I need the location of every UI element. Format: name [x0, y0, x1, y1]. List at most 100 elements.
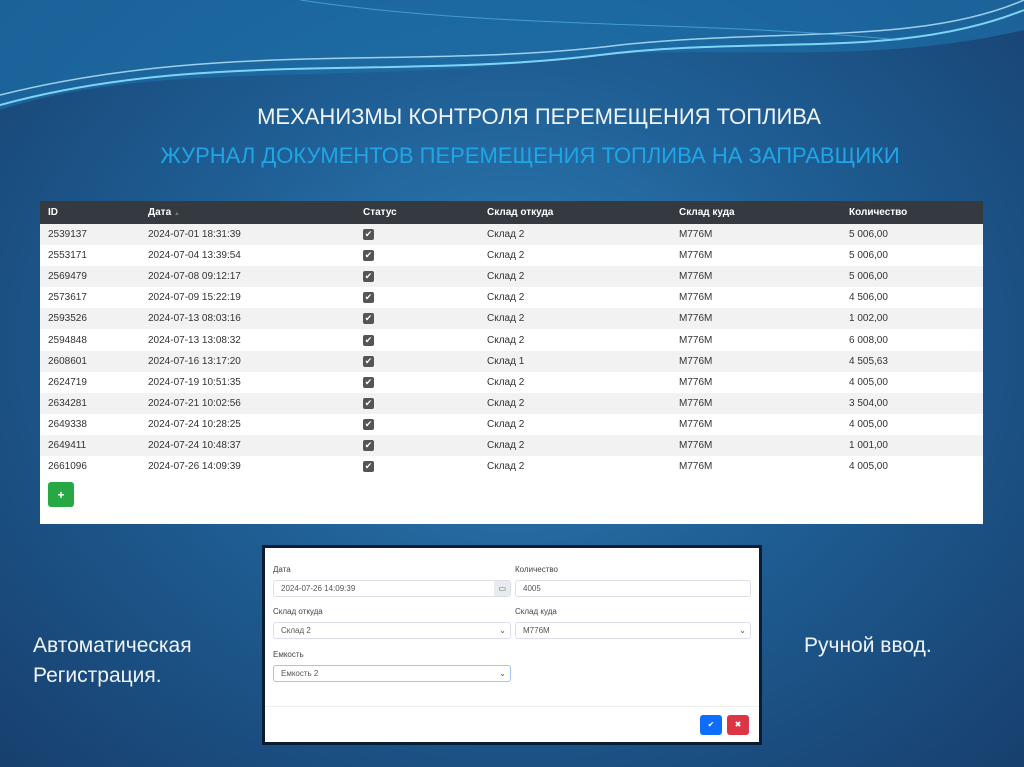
cell-to: М776М	[679, 229, 713, 241]
cell-status: ✔	[355, 393, 479, 414]
right-caption: Ручной ввод.	[804, 634, 932, 657]
cell-quantity: 4 505,63	[849, 355, 888, 367]
slide-subtitle: ЖУРНАЛ ДОКУМЕНТОВ ПЕРЕМЕЩЕНИЯ ТОПЛИВА НА…	[160, 143, 900, 168]
confirm-button[interactable]: ✔	[700, 715, 722, 735]
cell-date: 2024-07-08 09:12:17	[148, 271, 241, 283]
table-row[interactable]: 2608601 2024-07-16 13:17:20 ✔ Склад 1 М776М 4…	[40, 350, 983, 372]
status-checkbox[interactable]: ✔	[363, 461, 374, 473]
chevron-down-icon: ⌄	[739, 626, 746, 635]
column-header-date-label: Дата	[148, 207, 172, 218]
tank-select[interactable]: Емкость 2 ⌄	[273, 665, 511, 682]
cell-id: 2649411	[48, 439, 87, 451]
cell-date: 2024-07-13 08:03:16	[148, 313, 241, 325]
table-row[interactable]: 2624719 2024-07-19 10:51:35 ✔ Склад 2 М776М 4…	[40, 372, 983, 393]
cell-from: Склад 2	[487, 229, 525, 241]
quantity-label: Количество	[515, 565, 558, 574]
cell-to: М776М	[679, 439, 713, 451]
slide-title: МЕХАНИЗМЫ КОНТРОЛЯ ПЕРЕМЕЩЕНИЯ ТОПЛИВА	[257, 104, 821, 129]
cell-quantity: 5 006,00	[849, 271, 888, 283]
cell-from: Склад 2	[487, 418, 525, 430]
cell-date: 2024-07-13 13:08:32	[148, 334, 241, 346]
chevron-down-icon: ⌄	[499, 669, 506, 678]
table-row[interactable]: 2569479 2024-07-08 09:12:17 ✔ Склад 2 М776М 5…	[40, 266, 983, 288]
cell-to: М776М	[679, 376, 713, 388]
cell-quantity: 4 005,00	[849, 376, 888, 388]
cell-status: ✔	[355, 245, 479, 266]
column-header-date[interactable]: Дата ▲	[140, 201, 355, 224]
cell-to: М776М	[679, 292, 713, 304]
cell-id: 2539137	[48, 229, 87, 241]
column-header-id[interactable]: ID	[40, 201, 140, 224]
quantity-input[interactable]: 4005	[515, 580, 751, 597]
cell-date: 2024-07-04 13:39:54	[148, 250, 241, 262]
cell-to: М776М	[679, 271, 713, 283]
table-row[interactable]: 2594848 2024-07-13 13:08:32 ✔ Склад 2 М776М 6…	[40, 329, 983, 350]
table-row[interactable]: 2593526 2024-07-13 08:03:16 ✔ Склад 2 М776М 1…	[40, 308, 983, 330]
status-checkbox[interactable]: ✔	[363, 250, 374, 262]
cell-quantity: 4 506,00	[849, 292, 888, 304]
table-row[interactable]: 2649411 2024-07-24 10:48:37 ✔ Склад 2 М776М 1…	[40, 434, 983, 457]
table-row[interactable]: 2661096 2024-07-26 14:09:39 ✔ Склад 2 М776М 4…	[40, 456, 983, 477]
cell-id: 2661096	[48, 461, 87, 473]
cell-id: 2634281	[48, 397, 87, 409]
status-checkbox[interactable]: ✔	[363, 334, 374, 346]
cell-status: ✔	[355, 224, 479, 245]
cell-date: 2024-07-16 13:17:20	[148, 355, 241, 367]
cell-to: М776М	[679, 334, 713, 346]
status-checkbox[interactable]: ✔	[363, 229, 374, 241]
cell-quantity: 4 005,00	[849, 418, 888, 430]
cell-quantity: 6 008,00	[849, 334, 888, 346]
table-row[interactable]: 2539137 2024-07-01 18:31:39 ✔ Склад 2 М776М 5…	[40, 224, 983, 246]
date-label: Дата	[273, 565, 291, 574]
cell-status: ✔	[355, 329, 479, 350]
cell-id: 2593526	[48, 313, 87, 325]
documents-table-panel: ID Дата ▲ Статус Склад откуда Склад куда…	[40, 201, 983, 524]
cell-status: ✔	[355, 372, 479, 393]
table-row[interactable]: 2649338 2024-07-24 10:28:25 ✔ Склад 2 М776М 4…	[40, 414, 983, 435]
status-checkbox[interactable]: ✔	[363, 439, 374, 451]
cell-to: М776М	[679, 461, 713, 473]
tank-value: Емкость 2	[281, 669, 319, 678]
cell-date: 2024-07-09 15:22:19	[148, 292, 241, 304]
from-warehouse-select[interactable]: Склад 2 ⌄	[273, 622, 511, 639]
column-header-status[interactable]: Статус	[355, 201, 479, 224]
cell-status: ✔	[355, 287, 479, 308]
column-header-from[interactable]: Склад откуда	[479, 201, 671, 224]
cell-to: М776М	[679, 250, 713, 262]
cell-from: Склад 2	[487, 292, 525, 304]
status-checkbox[interactable]: ✔	[363, 418, 374, 430]
left-caption-line: Автоматическая	[33, 634, 192, 657]
left-caption: Автоматическая Регистрация.	[33, 631, 192, 691]
date-input[interactable]: 2024-07-26 14:09:39 ▭	[273, 580, 511, 597]
table-row[interactable]: 2634281 2024-07-21 10:02:56 ✔ Склад 2 М776М 3…	[40, 392, 983, 414]
cell-status: ✔	[355, 266, 479, 287]
status-checkbox[interactable]: ✔	[363, 397, 374, 409]
cell-id: 2649338	[48, 418, 87, 430]
status-checkbox[interactable]: ✔	[363, 292, 374, 304]
calendar-icon[interactable]: ▭	[494, 581, 510, 596]
to-warehouse-select[interactable]: М776М ⌄	[515, 622, 751, 639]
column-header-to[interactable]: Склад куда	[671, 201, 841, 224]
cell-status: ✔	[355, 308, 479, 329]
to-warehouse-label: Склад куда	[515, 607, 557, 616]
status-checkbox[interactable]: ✔	[363, 271, 374, 283]
status-checkbox[interactable]: ✔	[363, 376, 374, 388]
cancel-button[interactable]: ✖	[727, 715, 749, 735]
table-row[interactable]: 2553171 2024-07-04 13:39:54 ✔ Склад 2 М776М 5…	[40, 245, 983, 266]
cell-from: Склад 2	[487, 397, 525, 409]
cell-to: М776М	[679, 313, 713, 325]
cell-to: М776М	[679, 355, 713, 367]
status-checkbox[interactable]: ✔	[363, 313, 374, 325]
add-document-button[interactable]: +	[48, 482, 74, 507]
cell-date: 2024-07-24 10:48:37	[148, 439, 241, 451]
column-header-quantity[interactable]: Количество	[841, 201, 983, 224]
status-checkbox[interactable]: ✔	[363, 355, 374, 367]
table-row[interactable]: 2573617 2024-07-09 15:22:19 ✔ Склад 2 М776М 4…	[40, 287, 983, 308]
chevron-down-icon: ⌄	[499, 626, 506, 635]
cell-id: 2573617	[48, 292, 87, 304]
cell-id: 2569479	[48, 271, 87, 283]
from-warehouse-label: Склад откуда	[273, 607, 323, 616]
cell-from: Склад 2	[487, 250, 525, 262]
cell-id: 2608601	[48, 355, 87, 367]
cell-quantity: 1 001,00	[849, 439, 888, 451]
